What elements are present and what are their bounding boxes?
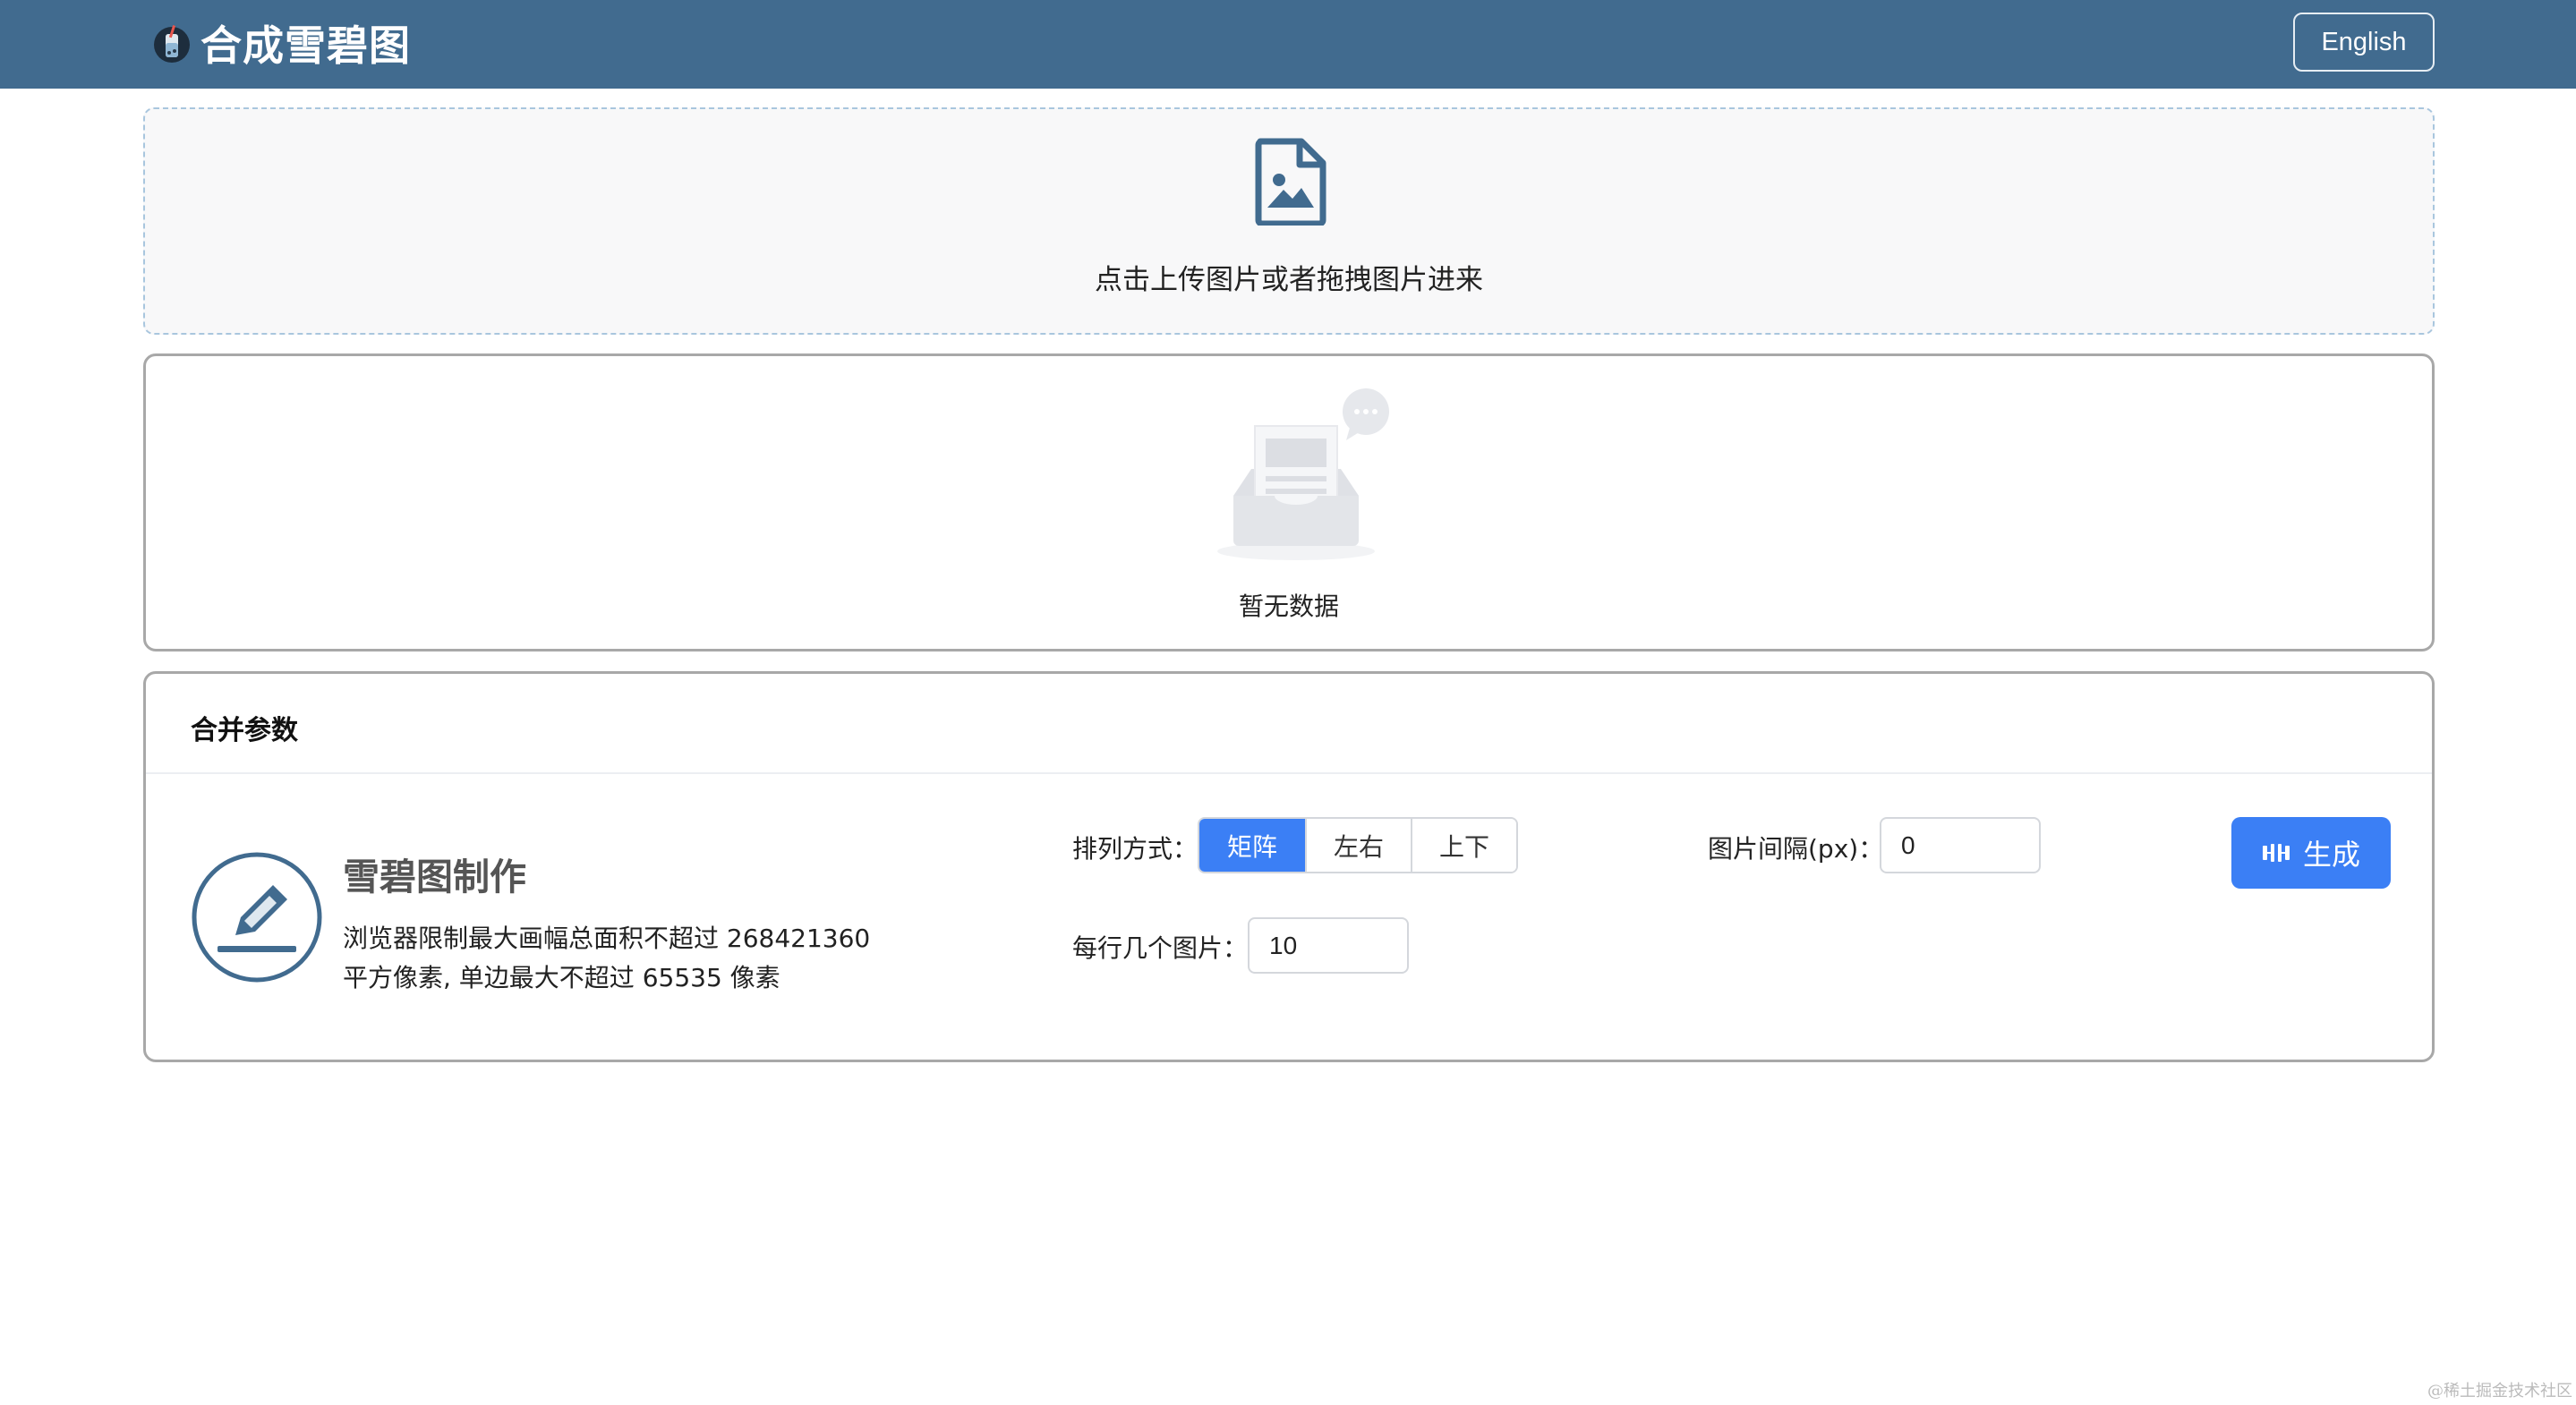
- bubble-tea-logo-icon: [154, 25, 190, 63]
- generate-button[interactable]: 生成: [2231, 817, 2391, 889]
- app-logo: 合成雪碧图: [150, 16, 411, 70]
- layout-segmented-control: 矩阵 左右 上下: [1198, 817, 1518, 873]
- card-title: 合并参数: [191, 715, 298, 746]
- merge-params-card: 合并参数 雪碧图制作 浏览器限制最大画幅总面积不超过 268421360 平方像…: [143, 671, 2435, 1062]
- upload-dropzone[interactable]: 点击上传图片或者拖拽图片进来: [143, 107, 2435, 335]
- per-row-input[interactable]: [1248, 917, 1409, 974]
- per-row-label: 每行几个图片：: [1072, 933, 1249, 963]
- top-header: 合成雪碧图 English: [0, 0, 2576, 89]
- empty-state-text: 暂无数据: [1238, 592, 1339, 621]
- layout-option-vertical[interactable]: 上下: [1411, 819, 1516, 872]
- layout-option-matrix[interactable]: 矩阵: [1199, 819, 1305, 872]
- empty-inbox-icon: [1217, 388, 1389, 560]
- intro-title: 雪碧图制作: [343, 856, 526, 898]
- gap-label: 图片间隔(px)：: [1708, 834, 1884, 864]
- image-list-card: 暂无数据: [143, 353, 2435, 651]
- generate-button-label: 生成: [2302, 838, 2360, 872]
- layout-label: 排列方式：: [1072, 834, 1198, 864]
- language-switch-button[interactable]: English: [2293, 13, 2435, 72]
- card-header: 合并参数: [146, 674, 2432, 774]
- gap-input[interactable]: [1880, 817, 2041, 873]
- merge-icon: [2262, 844, 2290, 862]
- intro-description: 浏览器限制最大画幅总面积不超过 268421360 平方像素, 单边最大不超过 …: [343, 919, 969, 998]
- intro-desc-line-1: 浏览器限制最大画幅总面积不超过 268421360: [343, 924, 871, 953]
- intro-desc-line-2: 平方像素, 单边最大不超过 65535 像素: [343, 963, 780, 992]
- pencil-icon: [192, 852, 322, 983]
- watermark: @稀土掘金技术社区: [2427, 1382, 2572, 1401]
- layout-option-horizontal[interactable]: 左右: [1305, 819, 1411, 872]
- file-image-icon: [1255, 138, 1326, 226]
- app-title: 合成雪碧图: [200, 21, 411, 70]
- upload-hint-text: 点击上传图片或者拖拽图片进来: [1095, 264, 1483, 296]
